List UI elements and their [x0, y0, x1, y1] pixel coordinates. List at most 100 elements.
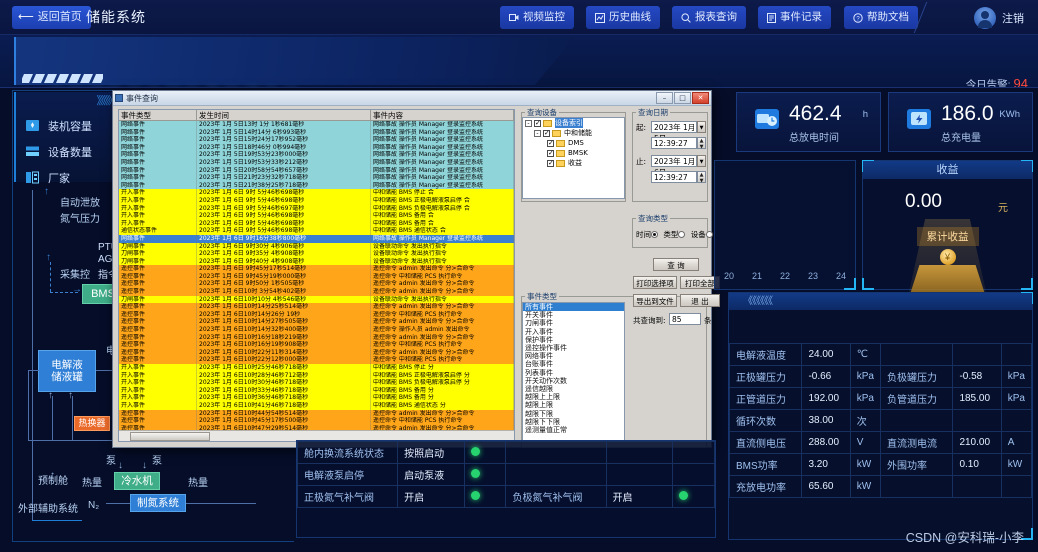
- table-row[interactable]: 遥控事件 2023年 1月 6日10时14分26分 19秒 遥控命令 中和储能 PC…: [119, 310, 514, 319]
- tree-node-child[interactable]: - 中和储能: [523, 128, 624, 138]
- table-row[interactable]: 开入事件 2023年 1月 6日10时36分46秒718毫秒 中和储能 BMS 备用…: [119, 394, 514, 402]
- tool-button-video-monitor[interactable]: 视频监控: [500, 6, 574, 29]
- tree-checkbox[interactable]: [547, 138, 554, 148]
- tree-expander-icon[interactable]: -: [525, 119, 532, 127]
- table-row[interactable]: 刀闸事件 2023年 1月 6日10时10分 4秒546毫秒 设备联动命令 发出执行…: [119, 295, 514, 304]
- tree-leaf-dms[interactable]: DMS: [523, 138, 624, 148]
- table-row[interactable]: 遥控事件 2023年 1月 6日10时22分12秒000毫秒 遥控命令 中和储能 P…: [119, 356, 514, 364]
- table-row[interactable]: 开入事件 2023年 1月 6日 9时 5分46秒698毫秒 中和储能 BMS 正极…: [119, 196, 514, 205]
- exit-button[interactable]: 退 出: [680, 294, 720, 307]
- table-row[interactable]: 网络事件 2023年 1月 5日21时38分25秒718毫秒 网络事故 操作员 Ma…: [119, 181, 514, 190]
- table-row[interactable]: 遥控事件 2023年 1月 6日10时14分27秒505毫秒 遥控命令 admin …: [119, 318, 514, 327]
- list-item[interactable]: 开入事件: [523, 328, 624, 336]
- tree-checkbox[interactable]: [543, 128, 550, 138]
- col-header-event-content[interactable]: 事件内容: [371, 110, 514, 120]
- col-header-event-time[interactable]: 发生时间: [197, 110, 371, 120]
- table-row[interactable]: 网络事件 2023年 1月 5日20时58分54秒657毫秒 网络事故 操作员 Ma…: [119, 166, 514, 175]
- query-type-option-type-label[interactable]: 类型: [663, 230, 678, 239]
- back-home-button[interactable]: ⟵ 返回首页: [12, 6, 91, 29]
- table-row[interactable]: 网络事件 2023年 1月 5日15时24分17秒952毫秒 网络事故 操作员 Ma…: [119, 136, 514, 144]
- list-item[interactable]: 列表事件: [523, 369, 624, 377]
- tool-button-help-doc[interactable]: ? 帮助文档: [844, 6, 918, 29]
- collapse-toggle[interactable]: 《《《《《《: [729, 293, 1032, 310]
- tree-expander-icon[interactable]: -: [534, 129, 541, 137]
- query-type-radio-device[interactable]: [705, 231, 713, 238]
- tree-checkbox[interactable]: [547, 148, 554, 158]
- query-type-radio-time[interactable]: [651, 231, 658, 238]
- event-query-dialog[interactable]: 事件查询 – □ ✕ 事件类型 发生时间 事件内容 网络事件 2023年 1月 5…: [112, 90, 720, 448]
- table-row[interactable]: 网络事件 2023年 1月 5日14时14分 6秒993毫秒 网络事故 操作员 Ma…: [119, 128, 514, 137]
- end-time-spinner[interactable]: ▲ ▼: [697, 171, 706, 184]
- tool-button-report-query[interactable]: 报表查询: [672, 6, 746, 29]
- table-row[interactable]: 遥控事件 2023年 1月 6日 9时45分17秒514毫秒 遥控命令 admin …: [119, 265, 514, 273]
- table-row[interactable]: 开入事件 2023年 1月 6日 9时 5分46秒697毫秒 中和储能 BMS 负极…: [119, 204, 514, 213]
- table-row[interactable]: 刀闸事件 2023年 1月 6日 9时40分 4秒908毫秒 设备联动命令 发出执行…: [119, 257, 514, 266]
- end-date-dropdown-icon[interactable]: ▼: [697, 155, 706, 167]
- query-type-radio-type[interactable]: [678, 231, 686, 238]
- table-row[interactable]: 刀闸事件 2023年 1月 6日 9时35分 4秒908毫秒 设备联动命令 发出执行…: [119, 250, 514, 258]
- table-row[interactable]: 遥控事件 2023年 1月 6日10时16分19秒908毫秒 遥控命令 中和储能 P…: [119, 341, 514, 349]
- list-item[interactable]: 所有事件: [523, 303, 624, 312]
- list-item[interactable]: 越限下下限: [523, 418, 624, 426]
- tree-checkbox[interactable]: [547, 158, 554, 168]
- logout-button[interactable]: 注销: [974, 3, 1024, 32]
- table-row[interactable]: 开入事件 2023年 1月 6日 9时 5分46秒698毫秒 中和储能 BMS 备用…: [119, 212, 514, 220]
- table-row[interactable]: 遥控事件 2023年 1月 6日 9时45分19秒000毫秒 遥控命令 中和储能 P…: [119, 272, 514, 281]
- table-row[interactable]: 网络事件 2023年 1月 5日19时53分33秒212毫秒 网络事故 操作员 Ma…: [119, 158, 514, 167]
- minimize-button[interactable]: –: [656, 92, 673, 104]
- table-row[interactable]: 开入事件 2023年 1月 6日10时25分46秒718毫秒 中和储能 BMS 停止…: [119, 364, 514, 372]
- tree-node-root[interactable]: - 设备索引: [523, 118, 624, 128]
- list-item[interactable]: 保护事件: [523, 336, 624, 344]
- query-type-options[interactable]: 时间 类型 设备: [636, 229, 713, 240]
- table-row[interactable]: 网络事件 2023年 1月 5日19时53分23秒000毫秒 网络事故 操作员 Ma…: [119, 151, 514, 159]
- table-row[interactable]: 遥控事件 2023年 1月 6日10时44分54秒514毫秒 遥控命令 admin …: [119, 409, 514, 418]
- table-row[interactable]: 遥控事件 2023年 1月 6日10时14分25秒514毫秒 遥控命令 admin …: [119, 303, 514, 311]
- start-time-spinner[interactable]: ▲ ▼: [697, 137, 706, 150]
- query-type-option-device-label[interactable]: 设备: [691, 230, 706, 239]
- table-row[interactable]: 遥控事件 2023年 1月 6日 9时50分 1秒505毫秒 遥控命令 admin …: [119, 280, 514, 289]
- table-row[interactable]: 网络事件 2023年 1月 5日21时23分32秒718毫秒 网络事故 操作员 Ma…: [119, 174, 514, 182]
- list-item[interactable]: 遥信越限: [523, 385, 624, 393]
- table-row[interactable]: 遥控事件 2023年 1月 6日10时16分18秒219毫秒 遥控命令 admin …: [119, 333, 514, 342]
- table-row[interactable]: 开入事件 2023年 1月 6日10时33分46秒718毫秒 中和储能 BMS 备用…: [119, 386, 514, 395]
- tool-button-event-record[interactable]: 事件记录: [758, 6, 831, 29]
- list-item[interactable]: 越限上限: [523, 401, 624, 409]
- dialog-title-bar[interactable]: 事件查询 – □ ✕: [113, 91, 711, 106]
- list-item[interactable]: 越限下限: [523, 410, 624, 418]
- table-row[interactable]: 遥控事件 2023年 1月 6日10时14分32秒400毫秒 遥控命令 操作人员 a…: [119, 326, 514, 334]
- table-row[interactable]: 开入事件 2023年 1月 6日10时28分46秒712毫秒 中和储能 BMS 正极…: [119, 371, 514, 380]
- event-grid[interactable]: 事件类型 发生时间 事件内容 网络事件 2023年 1月 5日13时 1分 1秒6…: [118, 109, 515, 442]
- table-row[interactable]: 遥控事件 2023年 1月 6日10时45分17秒500毫秒 遥控命令 中和储能 P…: [119, 417, 514, 425]
- print-selected-button[interactable]: 打印选择项: [633, 276, 677, 289]
- maximize-button[interactable]: □: [674, 92, 691, 104]
- query-button[interactable]: 查 询: [653, 258, 699, 271]
- col-header-event-type[interactable]: 事件类型: [119, 110, 197, 120]
- table-row[interactable]: 开入事件 2023年 1月 6日 9时 5分46秒698毫秒 中和储能 BMS 停止…: [119, 189, 514, 197]
- event-type-list[interactable]: 所有事件 开关事件 刀闸事件 开入事件 保护事件 遥控操作事件 网络事件 台账事件 列表事件 开关…: [522, 302, 625, 442]
- table-row[interactable]: 网络事件 2023年 1月 6日 9时16分38秒800毫秒 网络事故 操作员 Ma…: [119, 234, 514, 243]
- table-row[interactable]: 开入事件 2023年 1月 6日10时41分46秒718毫秒 中和储能 BMS 通信…: [119, 401, 514, 410]
- tree-leaf-income[interactable]: 收益: [523, 158, 624, 168]
- grid-scroll-thumb[interactable]: [130, 432, 210, 441]
- query-type-option-time-label[interactable]: 时间: [636, 230, 651, 239]
- export-file-button[interactable]: 导出到文件: [633, 294, 677, 307]
- table-row[interactable]: 遥控事件 2023年 1月 6日10时 3分54秒402毫秒 遥控命令 admin …: [119, 288, 514, 296]
- table-row[interactable]: 遥控事件 2023年 1月 6日10时22分11秒314毫秒 遥控命令 admin …: [119, 348, 514, 357]
- list-item[interactable]: 遥控操作事件: [523, 344, 624, 352]
- close-button[interactable]: ✕: [692, 92, 709, 104]
- tree-checkbox[interactable]: [534, 118, 541, 128]
- start-date-dropdown-icon[interactable]: ▼: [697, 121, 706, 133]
- device-tree[interactable]: - 设备索引 - 中和储能 DMS: [522, 117, 625, 199]
- event-grid-rows[interactable]: 网络事件 2023年 1月 5日13时 1分 1秒681毫秒 网络事故 操作员 Ma…: [119, 121, 514, 441]
- start-date-input[interactable]: 2023年 1月 5日: [651, 121, 697, 143]
- tool-button-history-curve[interactable]: 历史曲线: [586, 6, 660, 29]
- table-row[interactable]: 通信状态事件 2023年 1月 6日 9时 5分46秒698毫秒 中和储能 BMS …: [119, 227, 514, 235]
- table-row[interactable]: 刀闸事件 2023年 1月 6日 9时30分 4秒906毫秒 设备联动命令 发出执行…: [119, 242, 514, 251]
- list-item[interactable]: 开关动作次数: [523, 377, 624, 385]
- end-date-input[interactable]: 2023年 1月 6日: [651, 155, 697, 177]
- table-row[interactable]: 开入事件 2023年 1月 6日10时30分46秒718毫秒 中和储能 BMS 负极…: [119, 379, 514, 387]
- start-time-input[interactable]: 12:39:27: [651, 137, 697, 149]
- end-time-input[interactable]: 12:39:27: [651, 171, 697, 183]
- list-item[interactable]: 台账事件: [523, 360, 624, 368]
- table-row[interactable]: 网络事件 2023年 1月 5日13时 1分 1秒681毫秒 网络事故 操作员 Ma…: [119, 121, 514, 129]
